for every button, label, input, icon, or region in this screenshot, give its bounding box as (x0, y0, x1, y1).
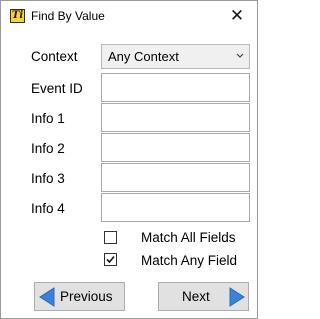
match-any-checkbox[interactable] (104, 253, 117, 266)
info-2-input[interactable] (101, 133, 250, 162)
info-1-input[interactable] (101, 103, 250, 132)
right-arrow-icon (229, 287, 245, 307)
match-all-label[interactable]: Match All Fields (141, 229, 236, 247)
title-bar: Ti Find By Value ✕ (1, 1, 257, 31)
app-icon: Ti (10, 9, 25, 23)
context-select[interactable]: Any Context (101, 44, 250, 69)
left-arrow-icon (39, 287, 55, 307)
info-3-label: Info 3 (31, 171, 65, 186)
previous-button-label: Previous (60, 289, 113, 304)
close-icon: ✕ (229, 6, 245, 25)
info-4-input[interactable] (101, 193, 250, 222)
event-id-input[interactable] (101, 73, 250, 102)
find-by-value-dialog: Ti Find By Value ✕ Context Any Context E… (0, 0, 258, 319)
event-id-label: Event ID (31, 81, 83, 96)
info-4-label: Info 4 (31, 201, 65, 216)
info-3-input[interactable] (101, 163, 250, 192)
next-button[interactable]: Next (158, 282, 249, 311)
chevron-down-icon (236, 53, 244, 58)
next-button-label: Next (182, 289, 210, 304)
close-button[interactable]: ✕ (223, 4, 251, 28)
previous-button[interactable]: Previous (34, 282, 125, 311)
window-title: Find By Value (31, 9, 105, 23)
match-all-checkbox[interactable] (104, 231, 117, 244)
info-1-label: Info 1 (31, 111, 65, 126)
info-2-label: Info 2 (31, 141, 65, 156)
context-label: Context (31, 49, 78, 64)
checkmark-icon (106, 255, 115, 264)
context-select-value: Any Context (108, 49, 179, 64)
match-any-label[interactable]: Match Any Field (141, 252, 237, 270)
